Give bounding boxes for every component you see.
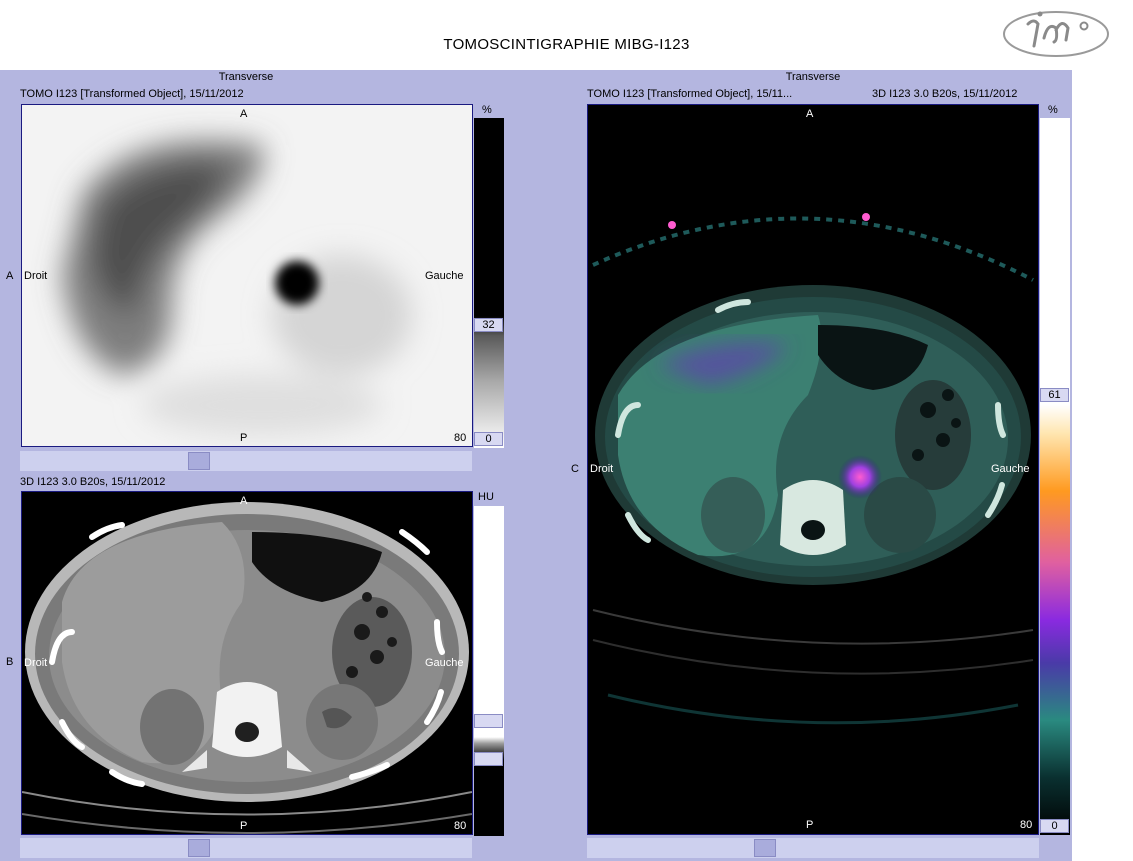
panel-a-nm-viewport[interactable]: A P Droit Gauche 80 <box>21 104 473 447</box>
panel-a-orient-top: A <box>240 108 248 120</box>
panel-a-colorbar-min[interactable]: 0 <box>474 432 503 446</box>
panel-b-series-info: 3D I123 3.0 B20s, 15/11/2012 <box>20 476 166 488</box>
panel-c-view-title: Transverse <box>785 71 841 83</box>
panel-a-colorbar[interactable] <box>474 118 504 448</box>
panel-b-ct-viewport[interactable]: A P Droit Gauche 80 <box>21 491 473 835</box>
panel-a-orient-right: Gauche <box>425 270 464 282</box>
panel-c-series-info-ct: 3D I123 3.0 B20s, 15/11/2012 <box>872 88 1018 100</box>
report-title: TOMOSCINTIGRAPHIE MIBG-I123 <box>443 36 690 53</box>
panel-c-orient-bottom: P <box>806 819 814 831</box>
panel-b-orient-left: Droit <box>24 657 48 669</box>
panel-a-series-info: TOMO I123 [Transformed Object], 15/11/20… <box>20 88 244 100</box>
panel-a-zoom: 80 <box>454 432 467 444</box>
panel-c-fusion-viewport[interactable]: A P Droit Gauche 80 <box>587 104 1039 835</box>
panel-a-colorbar-unit: % <box>482 104 492 116</box>
panel-a-orient-left: Droit <box>24 270 48 282</box>
panel-a-view-title: Transverse <box>218 71 274 83</box>
panel-a-slice-scrollbar[interactable] <box>20 451 472 471</box>
panel-c-colorbar[interactable] <box>1040 118 1070 835</box>
im-logo-icon <box>1003 11 1109 57</box>
panel-c-scroll-thumb[interactable] <box>754 839 776 857</box>
margin-strip <box>1072 70 1133 861</box>
panel-c-orient-right: Gauche <box>991 463 1030 475</box>
panel-c-zoom: 80 <box>1020 819 1033 831</box>
report-header: TOMOSCINTIGRAPHIE MIBG-I123 <box>0 0 1133 70</box>
panel-c-row-label: C <box>571 463 579 475</box>
panel-b-orient-bottom: P <box>240 820 248 832</box>
panel-b-colorbar-unit: HU <box>478 491 494 503</box>
panel-a-orient-bottom: P <box>240 432 248 444</box>
panel-b-orient-top: A <box>240 495 248 507</box>
panel-b-window-upper-handle[interactable] <box>474 714 503 728</box>
panel-a-scroll-thumb[interactable] <box>188 452 210 470</box>
panel-c-colorbar-min[interactable]: 0 <box>1040 819 1069 833</box>
panel-b-colorbar[interactable] <box>474 506 504 836</box>
panel-c-slice-scrollbar[interactable] <box>587 838 1039 858</box>
ct-scan-image <box>22 492 472 834</box>
fusion-scan-image <box>588 105 1038 834</box>
panel-c-colorbar-max[interactable]: 61 <box>1040 388 1069 402</box>
nm-scan-image <box>22 105 472 446</box>
panel-a-colorbar-max[interactable]: 32 <box>474 318 503 332</box>
panel-a-row-label: A <box>6 270 14 282</box>
panel-b-scroll-thumb[interactable] <box>188 839 210 857</box>
panel-b-slice-scrollbar[interactable] <box>20 838 472 858</box>
panel-b-zoom: 80 <box>454 820 467 832</box>
panel-b-orient-right: Gauche <box>425 657 464 669</box>
panel-c-series-info-nm: TOMO I123 [Transformed Object], 15/11... <box>587 88 793 100</box>
panel-c-colorbar-unit: % <box>1048 104 1058 116</box>
panel-b-row-label: B <box>6 656 14 668</box>
panel-c-orient-left: Droit <box>590 463 614 475</box>
panel-c-orient-top: A <box>806 108 814 120</box>
panel-b-window-lower-handle[interactable] <box>474 752 503 766</box>
